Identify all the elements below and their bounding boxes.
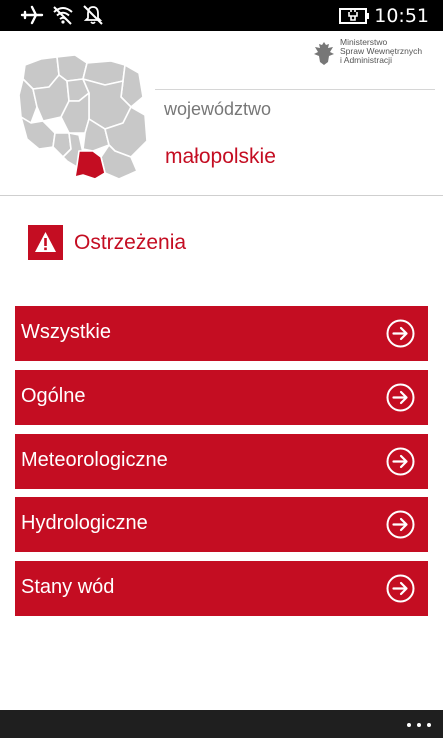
menu-item-label: Wszystkie <box>21 321 111 343</box>
dot <box>427 723 431 727</box>
arrow-right-circle-icon <box>386 447 415 476</box>
menu-item-hydrologiczne[interactable]: Hydrologiczne <box>15 497 428 552</box>
battery-charging-icon <box>339 8 369 24</box>
arrow-right-circle-icon <box>386 510 415 539</box>
quiet-hours-icon <box>83 5 103 25</box>
app-bar <box>0 710 443 738</box>
arrow-right-circle-icon <box>386 574 415 603</box>
header-divider <box>0 195 443 196</box>
ministry-logo: Ministerstwo Spraw Wewnętrznych i Admini… <box>313 38 438 68</box>
ministry-name: Ministerstwo Spraw Wewnętrznych i Admini… <box>340 38 438 65</box>
menu-item-label: Stany wód <box>21 576 115 598</box>
region-label: województwo <box>164 99 272 119</box>
menu-item-label: Meteorologiczne <box>21 449 168 471</box>
ministry-line: i Administracji <box>340 55 392 65</box>
map-region-dolnoslaskie <box>20 116 56 150</box>
menu-item-wszystkie[interactable]: Wszystkie <box>15 306 428 361</box>
menu-item-meteorologiczne[interactable]: Meteorologiczne <box>15 434 428 489</box>
status-bar: 10:51 <box>0 0 443 31</box>
region-value[interactable]: małopolskie <box>165 145 276 169</box>
warning-icon <box>28 225 63 260</box>
menu-item-label: Hydrologiczne <box>21 512 148 534</box>
poland-map[interactable] <box>19 53 149 181</box>
more-options-icon[interactable] <box>401 716 437 732</box>
menu-item-ogolne[interactable]: Ogólne <box>15 370 428 425</box>
menu-item-label: Ogólne <box>21 385 86 407</box>
header: Ministerstwo Spraw Wewnętrznych i Admini… <box>0 31 443 196</box>
dot <box>407 723 411 727</box>
airplane-icon <box>20 5 44 25</box>
map-region-malopolskie <box>74 150 106 180</box>
wifi-icon <box>53 6 73 25</box>
header-separator <box>155 89 435 90</box>
section-title: Ostrzeżenia <box>74 231 187 254</box>
menu-item-stany-wod[interactable]: Stany wód <box>15 561 428 616</box>
arrow-right-circle-icon <box>386 383 415 412</box>
eagle-emblem-icon <box>314 42 334 65</box>
dot <box>417 723 421 727</box>
clock-time: 10:51 <box>374 5 429 27</box>
arrow-right-circle-icon <box>386 319 415 348</box>
